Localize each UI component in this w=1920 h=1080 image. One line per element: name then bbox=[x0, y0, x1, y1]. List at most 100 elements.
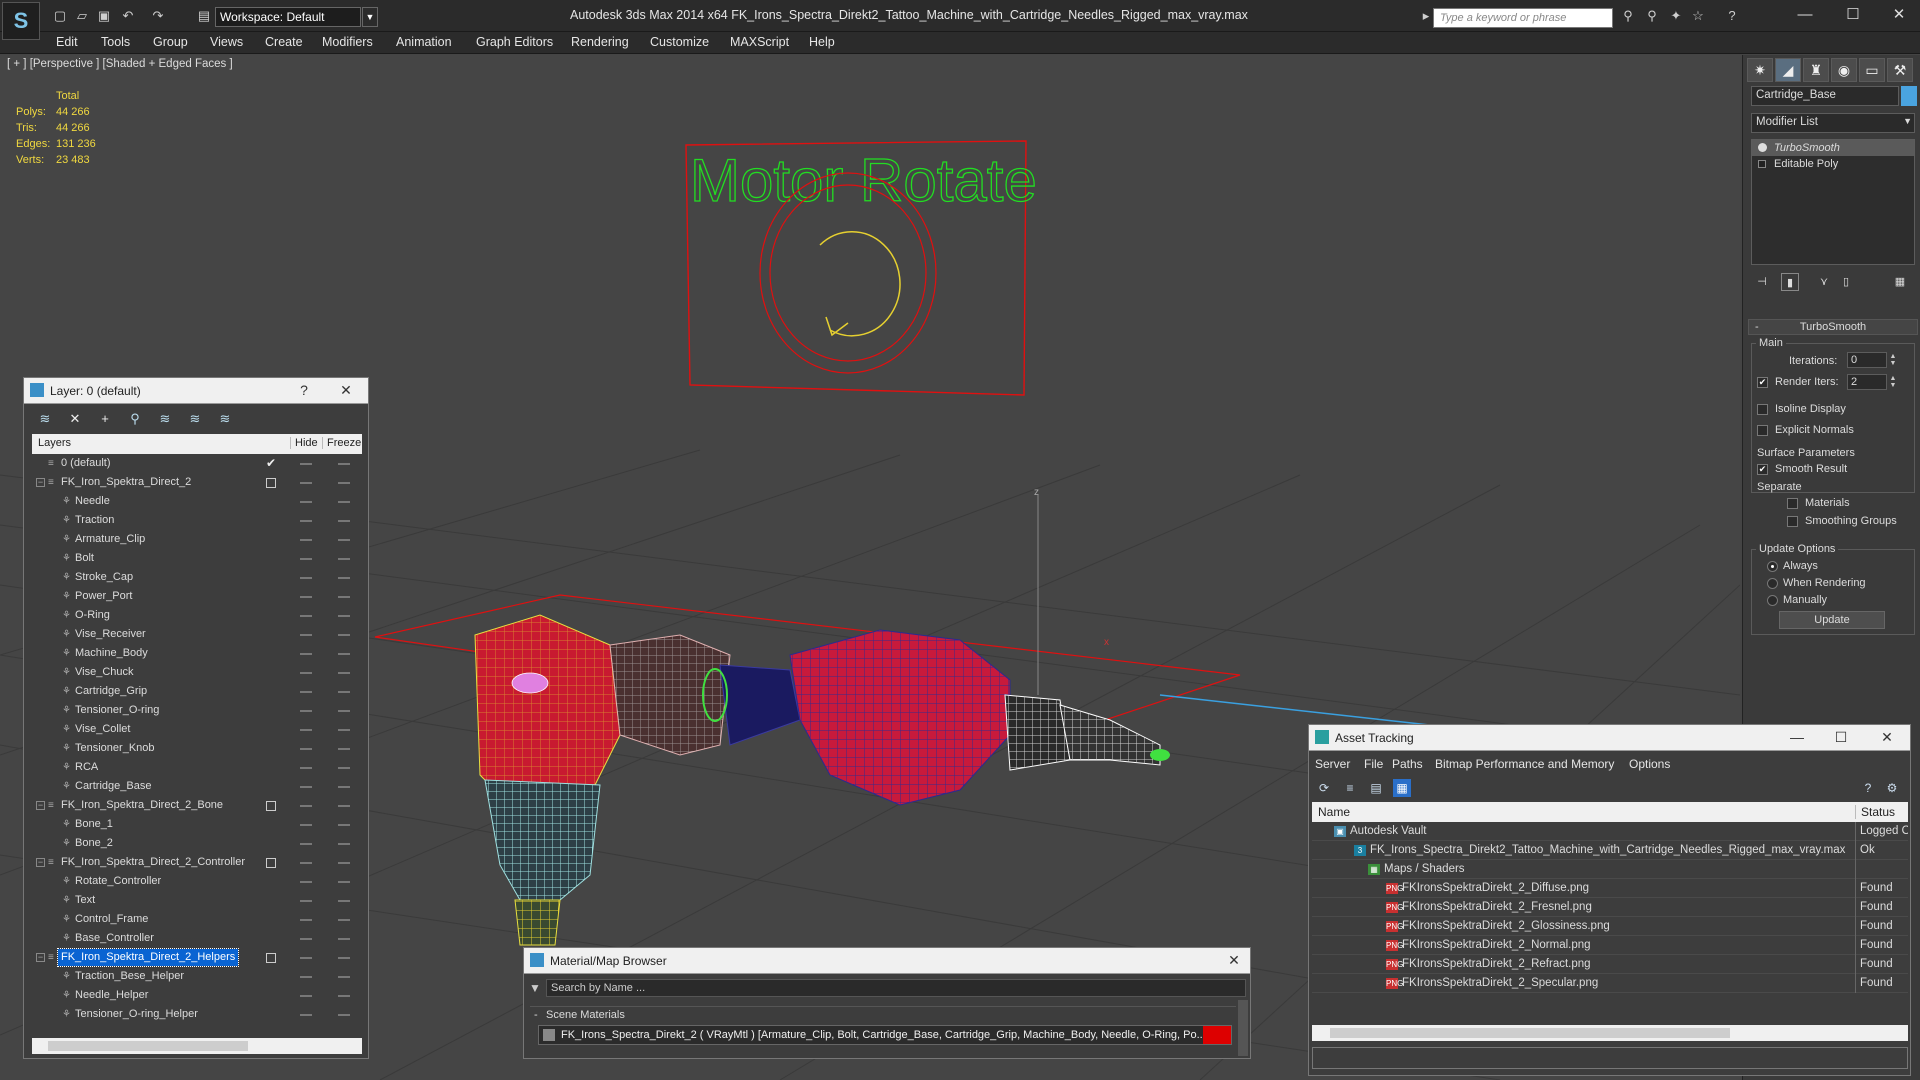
lightbulb-icon[interactable] bbox=[1758, 143, 1767, 152]
binoculars-icon[interactable]: ⚲ bbox=[1620, 8, 1636, 24]
hide-toggle[interactable] bbox=[300, 995, 312, 997]
update-when-rendering-radio[interactable] bbox=[1767, 578, 1778, 589]
asset-menu-file[interactable]: File bbox=[1364, 757, 1383, 771]
hide-toggle[interactable] bbox=[300, 729, 312, 731]
open-file-icon[interactable]: ▱ bbox=[74, 8, 90, 24]
asset-menu-server[interactable]: Server bbox=[1315, 757, 1350, 771]
search-icon[interactable]: ⚲ bbox=[1644, 8, 1660, 24]
freeze-toggle[interactable] bbox=[338, 957, 350, 959]
hide-toggle[interactable] bbox=[300, 824, 312, 826]
layer-object-row[interactable]: ⚘ Traction_Bese_Helper bbox=[32, 967, 362, 986]
layer-object-row[interactable]: ⚘ Text bbox=[32, 891, 362, 910]
layer-object-row[interactable]: ⚘ Bone_1 bbox=[32, 815, 362, 834]
layer-object-row[interactable]: ⚘ Tensioner_O-ring_Helper bbox=[32, 1005, 362, 1024]
freeze-toggle[interactable] bbox=[338, 767, 350, 769]
freeze-toggle[interactable] bbox=[338, 634, 350, 636]
freeze-toggle[interactable] bbox=[338, 824, 350, 826]
freeze-toggle[interactable] bbox=[338, 938, 350, 940]
asset-maximize-button[interactable]: ☐ bbox=[1831, 728, 1851, 746]
menu-animation[interactable]: Animation bbox=[396, 35, 452, 49]
menu-edit[interactable]: Edit bbox=[56, 35, 78, 49]
layer-help-button[interactable]: ? bbox=[294, 381, 314, 399]
column-freeze[interactable]: Freeze bbox=[322, 437, 361, 449]
hide-toggle[interactable] bbox=[300, 463, 312, 465]
project-folder-icon[interactable]: ▤ bbox=[196, 8, 212, 24]
freeze-toggle[interactable] bbox=[338, 748, 350, 750]
keyword-search-input[interactable]: Type a keyword or phrase bbox=[1433, 8, 1613, 28]
layer-object-row[interactable]: ⚘ Tensioner_O-ring bbox=[32, 701, 362, 720]
material-browser-title-bar[interactable]: Material/Map Browser ✕ bbox=[524, 948, 1250, 974]
update-manually-radio[interactable] bbox=[1767, 595, 1778, 606]
minimize-window-button[interactable]: — bbox=[1790, 4, 1820, 26]
hide-toggle[interactable] bbox=[300, 957, 312, 959]
freeze-toggle[interactable] bbox=[338, 615, 350, 617]
layer-close-button[interactable]: ✕ bbox=[336, 381, 356, 399]
asset-menu-options[interactable]: Options bbox=[1629, 757, 1670, 771]
layer-object-row[interactable]: ⚘ Power_Port bbox=[32, 587, 362, 606]
configure-sets-icon[interactable]: ▦ bbox=[1891, 273, 1909, 291]
asset-menu-bitmap-performance[interactable]: Bitmap Performance and Memory bbox=[1435, 757, 1614, 771]
set-active-layer-box[interactable] bbox=[266, 478, 276, 488]
render-iters-spinner[interactable]: 2 ▲ ▼ bbox=[1847, 374, 1896, 390]
layer-object-row[interactable]: ⚘ Control_Frame bbox=[32, 910, 362, 929]
hide-toggle[interactable] bbox=[300, 805, 312, 807]
column-name[interactable]: Name bbox=[1318, 805, 1350, 819]
freeze-toggle[interactable] bbox=[338, 653, 350, 655]
utilities-tab-icon[interactable]: ⚒ bbox=[1887, 58, 1913, 82]
asset-close-button[interactable]: ✕ bbox=[1877, 728, 1897, 746]
freeze-toggle[interactable] bbox=[338, 691, 350, 693]
freeze-all-layers-icon[interactable]: ≋ bbox=[216, 410, 234, 428]
motion-tab-icon[interactable]: ◉ bbox=[1831, 58, 1857, 82]
layer-object-row[interactable]: ⚘ Armature_Clip bbox=[32, 530, 362, 549]
layer-object-row[interactable]: ⚘ Base_Controller bbox=[32, 929, 362, 948]
detail-view-icon[interactable]: ▤ bbox=[1367, 779, 1385, 797]
modify-tab-icon[interactable]: ◢ bbox=[1775, 58, 1801, 82]
layer-object-row[interactable]: ⚘ Traction bbox=[32, 511, 362, 530]
freeze-toggle[interactable] bbox=[338, 577, 350, 579]
separate-materials-checkbox[interactable] bbox=[1787, 498, 1798, 509]
freeze-toggle[interactable] bbox=[338, 995, 350, 997]
expand-box-icon[interactable] bbox=[1758, 160, 1766, 168]
hide-toggle[interactable] bbox=[300, 843, 312, 845]
hide-toggle[interactable] bbox=[300, 653, 312, 655]
redo-icon[interactable]: ↷ bbox=[150, 8, 166, 24]
stack-item-editable-poly[interactable]: Editable Poly bbox=[1752, 156, 1914, 172]
hide-toggle[interactable] bbox=[300, 881, 312, 883]
layer-object-row[interactable]: ⚘ Machine_Body bbox=[32, 644, 362, 663]
layer-object-row[interactable]: ⚘ Vise_Chuck bbox=[32, 663, 362, 682]
hide-toggle[interactable] bbox=[300, 1014, 312, 1016]
asset-settings-icon[interactable]: ⚙ bbox=[1883, 779, 1901, 797]
render-iters-checkbox[interactable]: ✔ bbox=[1757, 377, 1768, 388]
collapse-toggle-icon[interactable]: − bbox=[36, 858, 45, 867]
app-logo-button[interactable]: S bbox=[2, 2, 40, 40]
hide-toggle[interactable] bbox=[300, 919, 312, 921]
refresh-icon[interactable]: ⟳ bbox=[1315, 779, 1333, 797]
asset-help-icon[interactable]: ? bbox=[1859, 779, 1877, 797]
menu-maxscript[interactable]: MAXScript bbox=[730, 35, 789, 49]
layer-object-row[interactable]: ⚘ Vise_Collet bbox=[32, 720, 362, 739]
list-view-icon[interactable]: ≡ bbox=[1341, 779, 1359, 797]
collapse-toggle-icon[interactable]: − bbox=[36, 953, 45, 962]
hide-toggle[interactable] bbox=[300, 748, 312, 750]
display-tab-icon[interactable]: ▭ bbox=[1859, 58, 1885, 82]
smoothing-groups-checkbox[interactable] bbox=[1787, 516, 1798, 527]
column-hide[interactable]: Hide bbox=[290, 437, 318, 449]
hide-toggle[interactable] bbox=[300, 577, 312, 579]
layer-object-row[interactable]: ⚘ O-Ring bbox=[32, 606, 362, 625]
freeze-toggle[interactable] bbox=[338, 900, 350, 902]
menu-group[interactable]: Group bbox=[153, 35, 188, 49]
expand-search-icon[interactable]: ▸ bbox=[1418, 8, 1434, 24]
layer-object-row[interactable]: ⚘ Bolt bbox=[32, 549, 362, 568]
communication-center-icon[interactable]: ✦ bbox=[1668, 8, 1684, 24]
hide-all-layers-icon[interactable]: ≋ bbox=[186, 410, 204, 428]
freeze-toggle[interactable] bbox=[338, 482, 350, 484]
favorites-star-icon[interactable]: ☆ bbox=[1690, 8, 1706, 24]
select-objects-in-layer-icon[interactable]: ⚲ bbox=[126, 410, 144, 428]
asset-row[interactable]: PNG FKIronsSpektraDirekt_2_Diffuse.png Fou… bbox=[1312, 879, 1908, 898]
material-item[interactable]: FK_Irons_Spectra_Direkt_2 ( VRayMtl ) [A… bbox=[538, 1025, 1232, 1045]
update-always-radio[interactable] bbox=[1767, 561, 1778, 572]
chevron-down-icon[interactable]: ▼ bbox=[362, 7, 378, 27]
isoline-display-checkbox[interactable] bbox=[1757, 404, 1768, 415]
new-file-icon[interactable]: ▢ bbox=[52, 8, 68, 24]
menu-views[interactable]: Views bbox=[210, 35, 243, 49]
